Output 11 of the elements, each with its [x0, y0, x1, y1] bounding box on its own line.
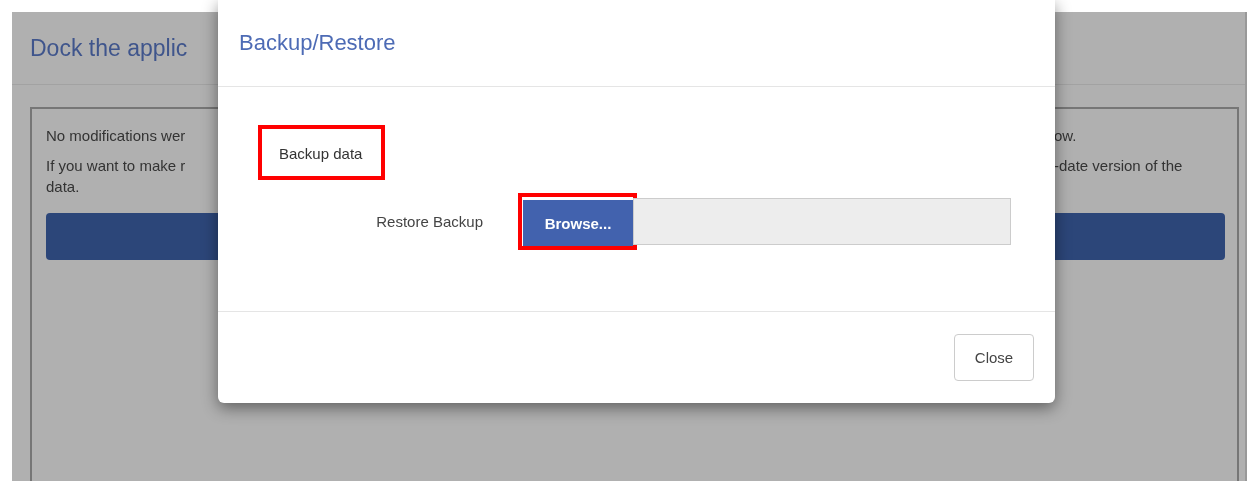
field-label: Restore Backup	[375, 213, 483, 230]
paragraph-text: -date version of the	[1054, 156, 1184, 176]
paragraph-text: ow.	[1054, 126, 1078, 146]
page-title: Dock the applic	[30, 34, 188, 62]
close-button[interactable]: Close	[954, 334, 1034, 381]
browse-button[interactable]: Browse...	[523, 200, 633, 246]
file-path-field[interactable]	[633, 198, 1011, 245]
dialog-title: Backup/Restore	[239, 30, 396, 56]
paragraph-text: No modifications wer	[46, 126, 187, 146]
paragraph-text: data.	[46, 177, 81, 197]
section-label: Backup data	[258, 125, 386, 180]
